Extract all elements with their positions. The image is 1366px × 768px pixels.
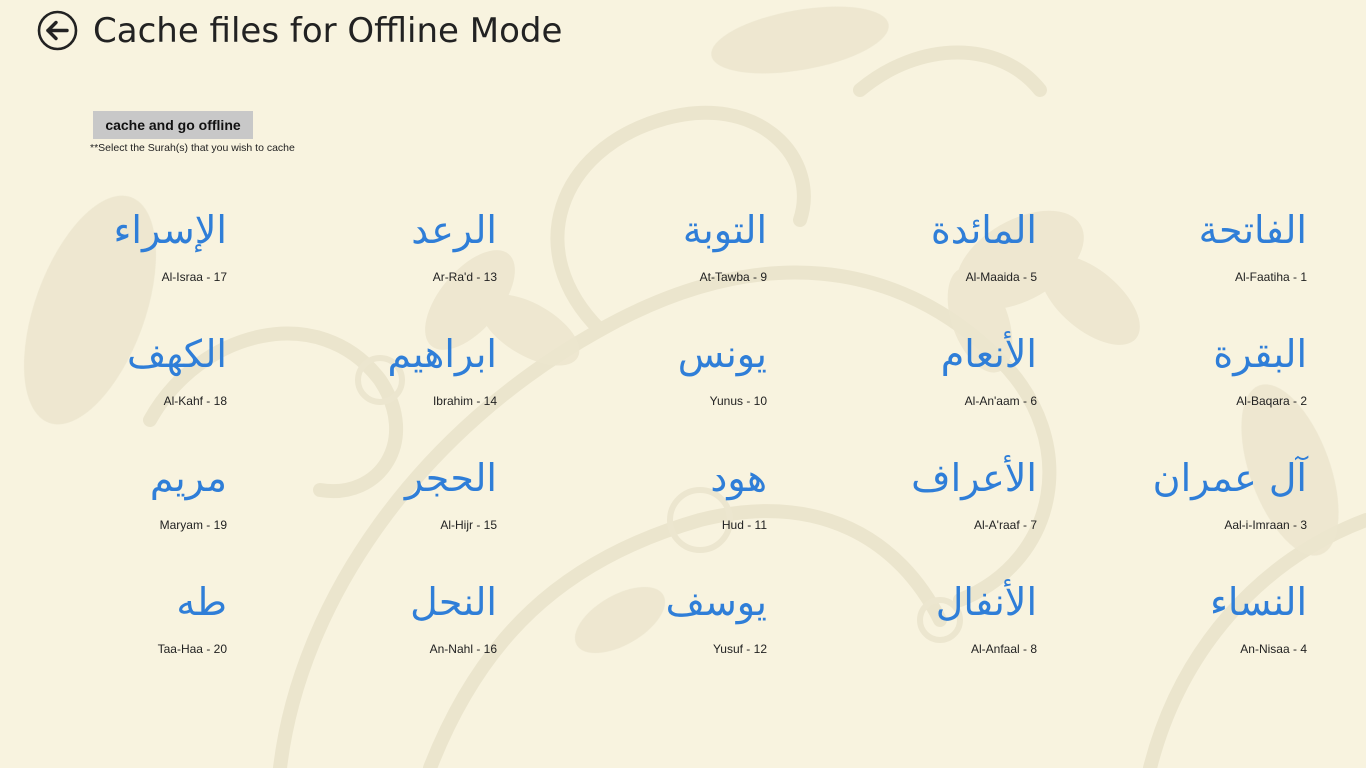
surah-label: Yunus - 10 bbox=[709, 394, 767, 408]
surah-tile-14[interactable]: ابراهيم Ibrahim - 14 bbox=[257, 326, 497, 436]
surah-label: Al-Israa - 17 bbox=[161, 270, 227, 284]
surah-tile-7[interactable]: الأعراف Al-A'raaf - 7 bbox=[797, 450, 1037, 560]
surah-arabic-name: الكهف bbox=[127, 332, 227, 376]
surah-tile-9[interactable]: التوبة At-Tawba - 9 bbox=[527, 202, 767, 312]
surah-tile-6[interactable]: الأنعام Al-An'aam - 6 bbox=[797, 326, 1037, 436]
surah-arabic-name: البقرة bbox=[1213, 332, 1307, 376]
surah-label: Ar-Ra'd - 13 bbox=[432, 270, 497, 284]
surah-label: An-Nisaa - 4 bbox=[1240, 642, 1307, 656]
surah-arabic-name: يوسف bbox=[665, 580, 767, 624]
surah-tile-12[interactable]: يوسف Yusuf - 12 bbox=[527, 574, 767, 684]
surah-label: Al-A'raaf - 7 bbox=[974, 518, 1037, 532]
surah-tile-1[interactable]: الفاتحة Al-Faatiha - 1 bbox=[1067, 202, 1307, 312]
surah-grid: الفاتحة Al-Faatiha - 1 البقرة Al-Baqara … bbox=[0, 0, 1366, 768]
surah-arabic-name: الأنعام bbox=[940, 332, 1037, 376]
surah-tile-5[interactable]: المائدة Al-Maaida - 5 bbox=[797, 202, 1037, 312]
surah-label: Taa-Haa - 20 bbox=[157, 642, 227, 656]
surah-tile-15[interactable]: الحجر Al-Hijr - 15 bbox=[257, 450, 497, 560]
surah-label: Maryam - 19 bbox=[159, 518, 227, 532]
surah-label: An-Nahl - 16 bbox=[429, 642, 497, 656]
surah-tile-10[interactable]: يونس Yunus - 10 bbox=[527, 326, 767, 436]
surah-tile-3[interactable]: آل عمران Aal-i-Imraan - 3 bbox=[1067, 450, 1307, 560]
surah-label: Al-Baqara - 2 bbox=[1236, 394, 1307, 408]
surah-arabic-name: الإسراء bbox=[113, 208, 227, 252]
surah-arabic-name: آل عمران bbox=[1152, 456, 1307, 500]
surah-tile-17[interactable]: الإسراء Al-Israa - 17 bbox=[0, 202, 227, 312]
surah-label: Al-Kahf - 18 bbox=[163, 394, 227, 408]
surah-tile-19[interactable]: مريم Maryam - 19 bbox=[0, 450, 227, 560]
surah-label: Al-Anfaal - 8 bbox=[970, 642, 1037, 656]
surah-label: Yusuf - 12 bbox=[712, 642, 767, 656]
surah-arabic-name: الفاتحة bbox=[1198, 208, 1307, 252]
surah-tile-11[interactable]: هود Hud - 11 bbox=[527, 450, 767, 560]
surah-arabic-name: يونس bbox=[677, 332, 767, 376]
surah-label: Al-Maaida - 5 bbox=[965, 270, 1037, 284]
surah-label: Ibrahim - 14 bbox=[432, 394, 497, 408]
surah-tile-4[interactable]: النساء An-Nisaa - 4 bbox=[1067, 574, 1307, 684]
surah-tile-20[interactable]: طه Taa-Haa - 20 bbox=[0, 574, 227, 684]
surah-arabic-name: مريم bbox=[149, 456, 227, 500]
surah-arabic-name: التوبة bbox=[682, 208, 767, 252]
surah-tile-13[interactable]: الرعد Ar-Ra'd - 13 bbox=[257, 202, 497, 312]
surah-label: Al-Hijr - 15 bbox=[440, 518, 497, 532]
surah-tile-16[interactable]: النحل An-Nahl - 16 bbox=[257, 574, 497, 684]
surah-label: Aal-i-Imraan - 3 bbox=[1224, 518, 1307, 532]
surah-label: Al-Faatiha - 1 bbox=[1234, 270, 1307, 284]
surah-tile-2[interactable]: البقرة Al-Baqara - 2 bbox=[1067, 326, 1307, 436]
surah-tile-18[interactable]: الكهف Al-Kahf - 18 bbox=[0, 326, 227, 436]
surah-arabic-name: طه bbox=[176, 580, 227, 624]
surah-arabic-name: الحجر bbox=[404, 456, 497, 500]
surah-arabic-name: ابراهيم bbox=[387, 332, 497, 376]
surah-arabic-name: الرعد bbox=[411, 208, 497, 252]
surah-tile-8[interactable]: الأنفال Al-Anfaal - 8 bbox=[797, 574, 1037, 684]
surah-arabic-name: هود bbox=[710, 456, 767, 500]
surah-arabic-name: المائدة bbox=[930, 208, 1037, 252]
surah-label: Hud - 11 bbox=[721, 518, 767, 532]
surah-label: Al-An'aam - 6 bbox=[964, 394, 1037, 408]
surah-arabic-name: الأعراف bbox=[911, 456, 1037, 500]
surah-label: At-Tawba - 9 bbox=[699, 270, 767, 284]
surah-arabic-name: النساء bbox=[1210, 580, 1307, 624]
surah-arabic-name: الأنفال bbox=[935, 580, 1037, 624]
surah-arabic-name: النحل bbox=[410, 580, 497, 624]
